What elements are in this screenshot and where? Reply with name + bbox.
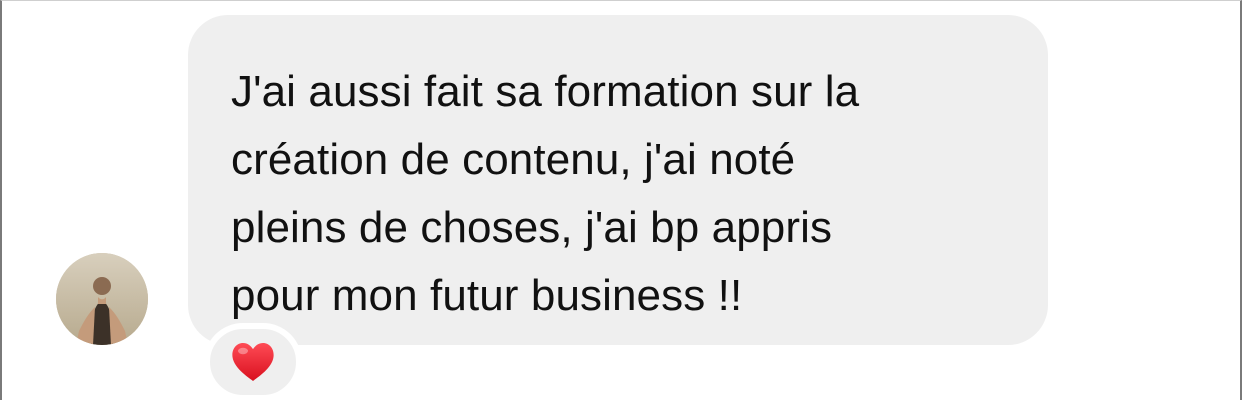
message-reaction[interactable] [204, 323, 302, 401]
message-line: J'ai aussi fait sa formation sur la [231, 67, 860, 116]
red-heart-icon [232, 343, 274, 381]
received-message-bubble[interactable]: J'ai aussi fait sa formation sur la créa… [188, 15, 1048, 345]
message-line: pleins de choses, j'ai bp appris [231, 203, 833, 252]
message-line: création de contenu, j'ai noté [231, 135, 796, 184]
avatar-photo [56, 253, 148, 345]
sender-avatar[interactable] [56, 253, 148, 345]
message-line: pour mon futur business !! [231, 271, 743, 320]
chat-thread: J'ai aussi fait sa formation sur la créa… [0, 0, 1242, 401]
message-text: J'ai aussi fait sa formation sur la créa… [231, 58, 1008, 330]
